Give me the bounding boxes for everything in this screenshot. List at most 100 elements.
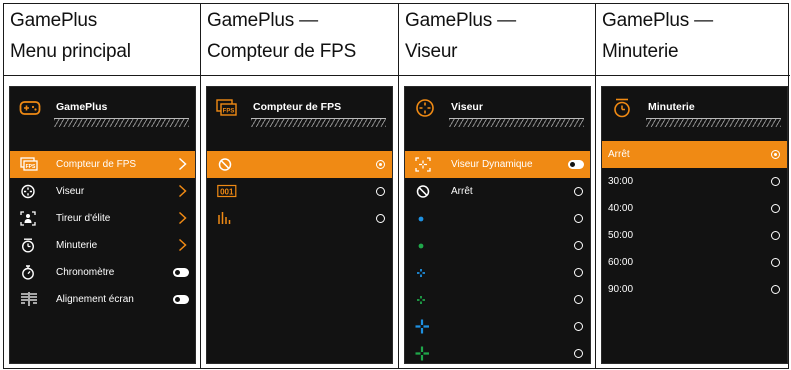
option-label: Viseur Dynamique: [451, 159, 533, 170]
radio-button-checked[interactable]: [771, 150, 780, 159]
header-subtitle: Minuterie: [602, 41, 679, 62]
radio-button[interactable]: [376, 214, 385, 223]
header-subtitle: Compteur de FPS: [207, 41, 357, 62]
blue-large-cross-icon: [415, 319, 431, 334]
svg-text:FPS: FPS: [26, 164, 36, 170]
timer-option-50[interactable]: 50:00: [602, 222, 787, 249]
green-small-cross-icon: [415, 292, 431, 307]
radio-button[interactable]: [771, 285, 780, 294]
timer-option-60[interactable]: 60:00: [602, 249, 787, 276]
blue-small-cross-icon: [415, 265, 431, 280]
svg-text:FPS: FPS: [223, 109, 235, 115]
radio-button[interactable]: [574, 349, 583, 358]
radio-button[interactable]: [574, 187, 583, 196]
gamepad-icon: [19, 98, 41, 118]
panel-timer: GamePlus — Minuterie Minuterie Arrêt 30:…: [596, 4, 790, 368]
menu-item-display-alignment[interactable]: Alignement écran: [10, 286, 195, 313]
chevron-right-icon: [178, 211, 187, 225]
gameplus-menu-table: GamePlus Menu principal GamePlus FPS Com…: [3, 3, 790, 369]
menu-item-sniper[interactable]: Tireur d'élite: [10, 205, 195, 232]
menu-item-label: Compteur de FPS: [56, 159, 137, 170]
osd-screen: Minuterie Arrêt 30:00 40:00 50:00 60:00: [601, 86, 788, 364]
dynamic-crosshair-icon: [415, 157, 431, 172]
osd-screen: Viseur Viseur Dynamique Arrêt: [404, 86, 591, 364]
timer-option-30[interactable]: 30:00: [602, 168, 787, 195]
radio-button[interactable]: [771, 177, 780, 186]
title-stripe: [251, 118, 386, 127]
osd-titlebar: Minuterie: [602, 87, 787, 141]
header-subtitle: Menu principal: [10, 41, 131, 62]
osd-titlebar: GamePlus: [10, 87, 195, 141]
menu-item-label: Viseur: [56, 186, 85, 197]
toggle-switch[interactable]: [173, 295, 189, 304]
option-label: Arrêt: [451, 186, 473, 197]
radio-button[interactable]: [574, 268, 583, 277]
off-icon: [415, 184, 431, 199]
toggle-switch[interactable]: [568, 160, 584, 169]
timer-option-off[interactable]: Arrêt: [602, 141, 787, 168]
radio-button[interactable]: [574, 295, 583, 304]
panel-header: GamePlus — Viseur: [399, 4, 595, 76]
timer-option-90[interactable]: 90:00: [602, 276, 787, 303]
radio-button[interactable]: [574, 322, 583, 331]
menu-item-label: Chronomètre: [56, 267, 115, 278]
fps-counter-icon: FPS: [20, 157, 38, 172]
crosshair-option-green-dot[interactable]: [405, 232, 590, 259]
fps-number-icon: 001: [217, 184, 237, 199]
option-label: 90:00: [608, 284, 634, 295]
chevron-right-icon: [178, 238, 187, 252]
header-subtitle: Viseur: [405, 41, 458, 62]
timer-icon: [611, 98, 633, 118]
crosshair-icon: [20, 184, 36, 199]
header-title: GamePlus: [10, 10, 98, 31]
menu-item-label: Alignement écran: [56, 294, 134, 305]
osd-title: GamePlus: [56, 101, 108, 113]
fps-counter-icon: FPS: [216, 98, 238, 118]
menu-item-crosshair[interactable]: Viseur: [10, 178, 195, 205]
crosshair-option-green-large-cross[interactable]: [405, 340, 590, 363]
radio-button[interactable]: [771, 231, 780, 240]
osd-screen: GamePlus FPS Compteur de FPS Viseur Tire…: [9, 86, 196, 364]
crosshair-option-blue-dot[interactable]: [405, 205, 590, 232]
radio-button[interactable]: [574, 241, 583, 250]
title-stripe: [449, 118, 584, 127]
fps-option-number[interactable]: 001: [207, 178, 392, 205]
header-title: GamePlus —: [405, 10, 516, 31]
title-stripe: [54, 118, 189, 127]
option-label: 40:00: [608, 203, 634, 214]
osd-screen: FPS Compteur de FPS 001: [206, 86, 393, 364]
menu-item-stopwatch[interactable]: Chronomètre: [10, 259, 195, 286]
crosshair-option-blue-large-cross[interactable]: [405, 313, 590, 340]
toggle-switch[interactable]: [173, 268, 189, 277]
stopwatch-icon: [20, 265, 36, 280]
chevron-right-icon: [178, 157, 187, 171]
green-dot-icon: [415, 238, 431, 253]
osd-titlebar: FPS Compteur de FPS: [207, 87, 392, 141]
radio-button[interactable]: [376, 187, 385, 196]
timer-option-40[interactable]: 40:00: [602, 195, 787, 222]
radio-button[interactable]: [771, 258, 780, 267]
menu-item-timer[interactable]: Minuterie: [10, 232, 195, 259]
header-title: GamePlus —: [602, 10, 713, 31]
radio-button-checked[interactable]: [376, 160, 385, 169]
radio-button[interactable]: [574, 214, 583, 223]
crosshair-option-blue-small-cross[interactable]: [405, 259, 590, 286]
panel-header: GamePlus — Compteur de FPS: [201, 4, 398, 76]
fps-option-off[interactable]: [207, 151, 392, 178]
crosshair-option-off[interactable]: Arrêt: [405, 178, 590, 205]
menu-item-label: Tireur d'élite: [56, 213, 111, 224]
fps-number-text: 001: [220, 188, 234, 197]
panel-fps-counter: GamePlus — Compteur de FPS FPS Compteur …: [201, 4, 399, 368]
osd-title: Compteur de FPS: [253, 101, 342, 113]
menu-item-fps-counter[interactable]: FPS Compteur de FPS: [10, 151, 195, 178]
option-label: Arrêt: [608, 149, 630, 160]
crosshair-option-green-small-cross[interactable]: [405, 286, 590, 313]
display-alignment-icon: [20, 292, 37, 307]
off-icon: [217, 157, 233, 172]
fps-option-bars[interactable]: [207, 205, 392, 232]
crosshair-option-dynamic[interactable]: Viseur Dynamique: [405, 151, 590, 178]
green-large-cross-icon: [415, 346, 431, 361]
panel-header: GamePlus — Minuterie: [596, 4, 790, 76]
radio-button[interactable]: [771, 204, 780, 213]
crosshair-icon: [414, 98, 436, 118]
